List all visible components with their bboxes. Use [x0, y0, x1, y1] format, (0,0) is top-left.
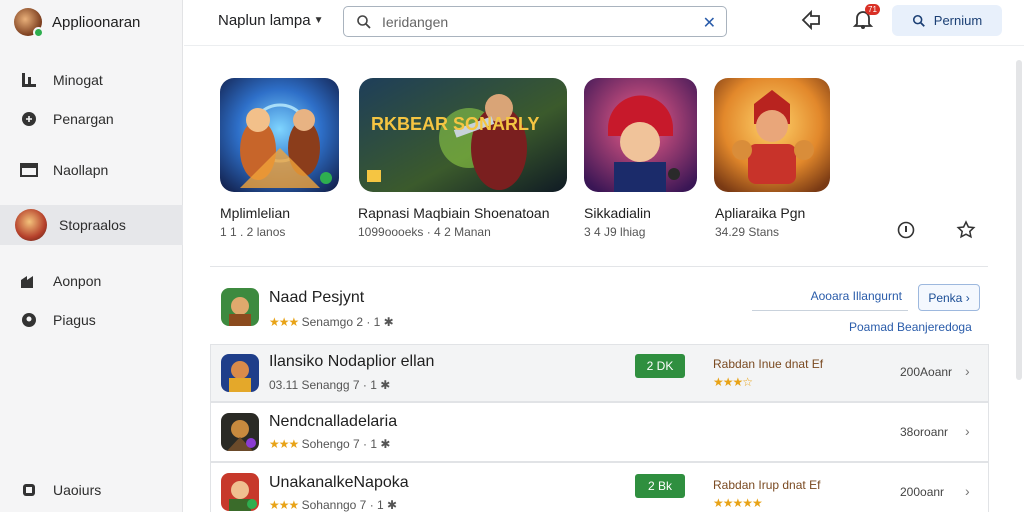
window-icon: [20, 161, 38, 179]
sidebar-item-label: Stopraalos: [59, 217, 126, 233]
sidebar-item-naollapn[interactable]: Naollapn: [0, 150, 183, 190]
app-icon: [221, 354, 259, 392]
shield-icon: [20, 110, 38, 128]
chevron-right-icon: ›: [965, 363, 970, 379]
app-title: UnakanalkeNapoka: [269, 474, 409, 491]
featured-app-name: Rapnasi Maqbiain Shoenatoan: [358, 205, 550, 221]
table-row[interactable]: Nendcnalladelaria ★★★ Sohengo 7 · 1 ✱ 38…: [210, 402, 989, 462]
notification-bell[interactable]: 71: [852, 4, 880, 32]
chevron-right-icon: ›: [965, 483, 970, 499]
sidebar-item-piagus[interactable]: Piagus: [0, 300, 183, 340]
app-icon: [221, 473, 259, 511]
premium-button[interactable]: Pernium: [892, 5, 1002, 36]
app-meta-text: Sohengo 7 · 1 ✱: [301, 437, 391, 451]
download-count: 200oanr: [900, 485, 945, 499]
featured-app-meta: 1 1 . 2 lanos: [220, 225, 286, 239]
app-icon: [221, 413, 259, 451]
favorite-button[interactable]: [956, 220, 976, 240]
install-link[interactable]: Aooara Illangurnt: [752, 284, 908, 311]
clear-search-icon[interactable]: ✕: [703, 13, 716, 33]
sidebar-item-uaoiurs[interactable]: Uaoiurs: [0, 470, 183, 510]
featured-app-name: Apliaraika Pgn: [715, 205, 806, 221]
promo-text: Rabdan Irup dnat Ef: [713, 478, 821, 492]
featured-app-thumbnail[interactable]: [714, 78, 830, 192]
search-box[interactable]: ✕: [343, 6, 727, 37]
premium-button-label: Pernium: [933, 13, 983, 28]
app-meta: ★★★ Sohengo 7 · 1 ✱: [269, 437, 390, 451]
promo-text: Rabdan Inue dnat Ef: [713, 357, 824, 371]
download-count: 38oroanr: [900, 425, 949, 439]
app-meta: ★★★ Sohanngo 7 · 1 ✱: [269, 498, 397, 512]
scrollbar[interactable]: [1016, 60, 1022, 380]
featured-app-meta: 3 4 J9 lhiag: [584, 225, 646, 239]
sidebar-item-stopraalos[interactable]: Stopraalos: [0, 205, 183, 245]
rating-stars: ★★★: [269, 315, 299, 329]
app-meta-text: Senangg 7 · 1 ✱: [301, 378, 391, 392]
online-status-dot: [33, 27, 44, 38]
app-version: 03.11: [269, 378, 299, 392]
notification-badge: 71: [865, 4, 880, 15]
sidebar-item-penargan[interactable]: Penargan: [0, 99, 183, 139]
app-title: Applioonaran: [52, 13, 141, 31]
featured-app-name: Sikkadialin: [584, 205, 651, 221]
open-button[interactable]: Penka ›: [918, 284, 980, 311]
promo-stars: ★★★★★: [713, 496, 763, 510]
rating-stars: ★★★: [269, 437, 299, 451]
search-input[interactable]: [382, 13, 692, 30]
app-meta-text: Senamgo 2 · 1 ✱: [301, 315, 394, 329]
top-bar: Naplun lampa ▼ ✕ 71 Pernium: [184, 0, 1024, 46]
sidebar-item-label: Uaoiurs: [53, 482, 102, 498]
chevron-down-icon: ▼: [313, 15, 324, 26]
download-count: 200Aoanr: [900, 365, 953, 379]
app-title: Nendcnalladelaria: [269, 413, 398, 430]
featured-app-thumbnail[interactable]: [584, 78, 697, 192]
sidebar-item-aonpon[interactable]: Aonpon: [0, 261, 183, 301]
app-logo-avatar: [14, 8, 44, 38]
user-icon: [20, 481, 38, 499]
price-tag-button[interactable]: 2 DK: [635, 354, 685, 378]
featured-art-text: RKBEAR SONARLY: [371, 114, 539, 134]
star-outline-icon: [956, 220, 976, 239]
featured-app-thumbnail[interactable]: [220, 78, 339, 192]
app-meta: 03.11 Senangg 7 · 1 ✱: [269, 378, 390, 392]
open-button-label: Penka: [928, 290, 963, 305]
app-rating-meta: ★★★ Senamgo 2 · 1 ✱: [269, 315, 394, 329]
share-icon[interactable]: [800, 8, 824, 32]
sidebar: Applioonaran Minogat Penargan Naollapn S…: [0, 0, 183, 512]
store-icon: [20, 272, 38, 290]
info-icon: [897, 221, 915, 239]
search-icon: [356, 14, 372, 30]
sidebar-item-label: Penargan: [53, 111, 114, 127]
rating-stars: ★★★: [269, 498, 299, 512]
dropdown-label: Naplun lampa: [218, 12, 311, 29]
featured-app-meta: 1099oooeks · 4 2 Manan: [358, 225, 491, 239]
featured-app-thumbnail[interactable]: RKBEAR SONARLY: [359, 78, 567, 192]
chart-icon: [20, 71, 38, 89]
sidebar-item-label: Piagus: [53, 312, 96, 328]
featured-app-name: Mplimlelian: [220, 205, 291, 221]
table-row[interactable]: UnakanalkeNapoka ★★★ Sohanngo 7 · 1 ✱ 2 …: [210, 462, 989, 512]
sidebar-item-label: Aonpon: [53, 273, 102, 289]
app-icon[interactable]: [221, 288, 259, 326]
sidebar-item-label: Minogat: [53, 72, 103, 88]
secondary-link[interactable]: Poamad Beanjeredoga: [849, 320, 972, 334]
section-divider: [210, 266, 988, 267]
app-meta-text: Sohanngo 7 · 1 ✱: [301, 498, 398, 512]
app-title[interactable]: Naad Pesjynt: [269, 289, 364, 307]
app-title: Ilansiko Nodaplior ellan: [269, 353, 435, 370]
avatar: [15, 209, 47, 241]
pin-icon: [20, 311, 38, 329]
promo-stars: ★★★☆: [713, 375, 753, 389]
search-icon: [912, 14, 925, 27]
chevron-right-icon: ›: [965, 423, 970, 439]
chevron-right-icon: ›: [965, 290, 970, 305]
category-dropdown[interactable]: Naplun lampa ▼: [218, 12, 323, 29]
sidebar-item-minogat[interactable]: Minogat: [0, 60, 183, 100]
featured-app-meta: 34.29 Stans: [715, 225, 780, 239]
app-brand[interactable]: Applioonaran: [14, 7, 141, 38]
price-tag-button[interactable]: 2 Bk: [635, 474, 685, 498]
sidebar-item-label: Naollapn: [53, 162, 109, 178]
table-row[interactable]: Ilansiko Nodaplior ellan 03.11 Senangg 7…: [210, 344, 989, 402]
info-button[interactable]: [896, 220, 916, 240]
